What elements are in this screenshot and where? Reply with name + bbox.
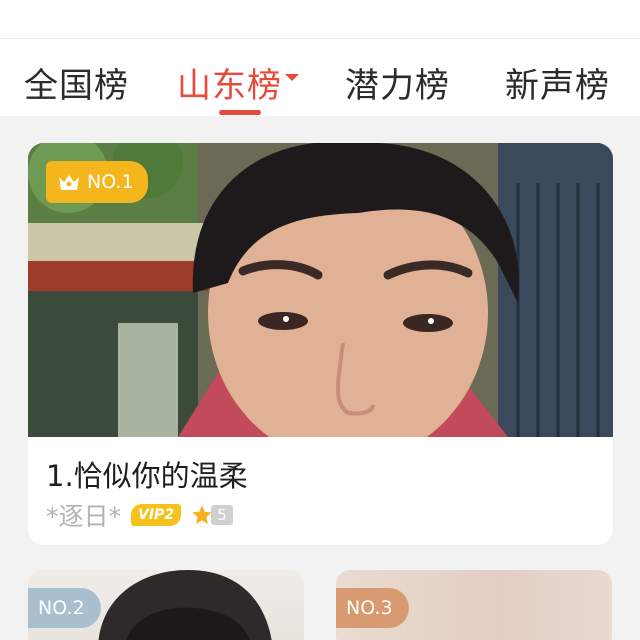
vip-badge: VIP2 <box>131 504 182 526</box>
rank-card-3[interactable]: NO.3 <box>336 570 612 640</box>
tab-label: 潜力榜 <box>345 66 450 106</box>
tab-label: 全国榜 <box>24 66 129 106</box>
cover-photo[interactable]: NO.1 <box>28 143 613 437</box>
tab-label: 山东榜 <box>177 66 282 106</box>
song-title[interactable]: 1.恰似你的温柔 <box>46 453 248 495</box>
level-badge: 5 <box>191 504 234 526</box>
divider <box>0 38 640 39</box>
rank-badge: NO.3 <box>336 588 409 628</box>
caret-down-icon <box>285 74 299 81</box>
crown-icon <box>59 175 79 190</box>
level-value: 5 <box>211 505 234 525</box>
rank-label: NO.2 <box>38 597 85 619</box>
tab-new-voice[interactable]: 新声榜 <box>505 58 610 107</box>
active-tab-indicator <box>219 110 261 115</box>
tab-label: 新声榜 <box>505 66 610 106</box>
rank-label: NO.1 <box>87 171 134 193</box>
rank-badge: NO.1 <box>46 161 148 203</box>
username[interactable]: *逐日* <box>46 497 121 533</box>
rank-card-2[interactable]: NO.2 <box>28 570 304 640</box>
tab-shandong[interactable]: 山东榜 <box>177 58 299 107</box>
star-icon <box>192 505 212 524</box>
top-bar: 全国榜 山东榜 潜力榜 新声榜 <box>0 0 640 116</box>
rank-badge: NO.2 <box>28 588 101 628</box>
rank-label: NO.3 <box>346 597 393 619</box>
featured-card[interactable]: NO.1 1.恰似你的温柔 *逐日* VIP2 5 <box>28 143 613 545</box>
tab-potential[interactable]: 潜力榜 <box>345 58 450 107</box>
ranking-tabs: 全国榜 山东榜 潜力榜 新声榜 <box>0 44 640 116</box>
tab-national[interactable]: 全国榜 <box>24 58 129 107</box>
singer-meta: *逐日* VIP2 5 <box>46 497 234 533</box>
